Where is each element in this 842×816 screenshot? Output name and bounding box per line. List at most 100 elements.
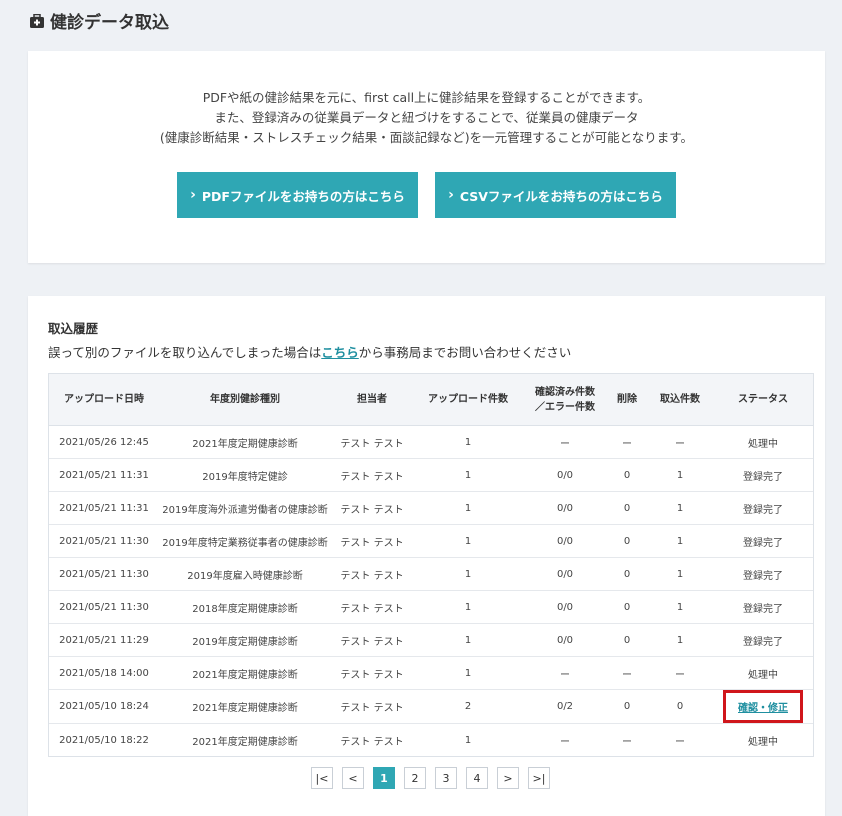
imported-count-cell: 1 [647,557,713,591]
table-row: 2021/05/26 12:45 2021年度定期健康診断 テスト テスト 1 ーーー処… [49,425,813,459]
table-row: 2021/05/10 18:22 2021年度定期健康診断 テスト テスト 1 ー ー ー 処… [49,724,813,757]
owner-cell: テスト テスト [331,491,413,525]
confirmed-error-cell: 0/0 [523,557,607,591]
exam-type-cell: 2019年度海外派遣労働者の健康診断 [159,491,331,525]
intro-card: PDFや紙の健診結果を元に、first call上に健診結果を登録することができ… [28,51,825,263]
deleted-cell: 0 [607,458,647,492]
exam-type-cell: 2018年度定期健康診断 [159,590,331,624]
table-row: 2021/05/21 11:29 2019年度定期健康診断 テスト テスト 1 0/0 0… [49,623,813,657]
page-title-text: 健診データ取込 [50,13,169,33]
history-note-text: から事務局までお問い合わせください [358,345,572,360]
deleted-cell: 0 [607,689,647,724]
chevron-right-icon: › [448,187,454,203]
status-cell: 処理中 [713,425,813,459]
confirmed-error-cell: ー [523,425,607,459]
upload-datetime-cell: 2021/05/21 11:30 [49,524,159,558]
exam-type-cell: 2019年度定期健康診断 [159,623,331,657]
exam-type-cell: 2021年度定期健康診断 [159,689,331,724]
owner-cell: テスト テスト [331,623,413,657]
deleted-cell: ー [607,656,647,690]
owner-cell: テスト テスト [331,656,413,690]
owner-cell: テスト テスト [331,458,413,492]
upload-count-cell: 1 [413,590,523,624]
page-button-current[interactable]: 1 [373,767,395,789]
exam-type-cell: 2021年度定期健康診断 [159,656,331,690]
confirmed-error-cell: ー [560,736,570,748]
medical-bag-icon [30,13,44,28]
table-header-row: アップロード日時 年度別健診種別 担当者 アップロード件数 確認済み件数 ／エラ… [49,374,813,426]
contact-link[interactable]: こちら [321,345,359,360]
history-table: アップロード日時 年度別健診種別 担当者 アップロード件数 確認済み件数 ／エラ… [48,373,814,757]
owner-cell: テスト テスト [331,425,413,459]
column-header: 担当者 [331,374,413,426]
history-heading: 取込履歴 [48,321,99,336]
first-page-button[interactable]: |< [311,767,333,789]
exam-type-cell: 2019年度雇入時健康診断 [159,557,331,591]
upload-count-cell: 1 [413,623,523,657]
confirmed-error-cell: 0/0 [523,524,607,558]
prev-page-button[interactable]: < [342,767,364,789]
imported-count-cell: ー [675,736,685,748]
imported-count-cell: ー [647,656,713,690]
csv-upload-button[interactable]: › CSVファイルをお持ちの方はこちら [435,172,676,218]
chevron-right-icon: › [190,187,196,203]
status-cell: 処理中 [713,656,813,690]
pdf-upload-button[interactable]: › PDFファイルをお持ちの方はこちら [177,172,418,218]
imported-count-cell: 1 [647,491,713,525]
imported-count-cell: 1 [647,524,713,558]
upload-count-cell: 1 [413,425,523,459]
owner-cell: テスト テスト [331,689,413,724]
column-header-line: ／エラー件数 [535,401,595,413]
status-cell: 登録完了 [713,491,813,525]
column-header: 確認済み件数 ／エラー件数 [523,374,607,426]
upload-datetime-cell: 2021/05/21 11:31 [49,491,159,525]
confirm-fix-link[interactable]: 確認・修正 [723,690,803,723]
confirmed-error-cell: 0/2 [523,689,607,724]
pagination: |< < 1 2 3 4 > >| [311,767,550,789]
upload-count-cell: 1 [413,656,523,690]
intro-line: また、登録済みの従業員データと紐づけをすることで、従業員の健康データ [214,110,639,125]
column-header-line: 確認済み件数 [535,386,595,398]
page-button[interactable]: 3 [435,767,457,789]
upload-count-cell: 2 [413,689,523,724]
status-cell: 処理中 [748,736,778,748]
deleted-cell: 0 [607,623,647,657]
status-cell: 登録完了 [713,524,813,558]
page-title: 健診データ取込 [30,8,169,33]
status-cell: 登録完了 [713,458,813,492]
owner-cell: テスト テスト [340,736,404,748]
import-history-card: 取込履歴 誤って別のファイルを取り込んでしまった場合はこちらから事務局までお問い… [28,296,825,816]
pdf-upload-button-label: PDFファイルをお持ちの方はこちら [201,188,405,204]
exam-type-cell: 2019年度特定業務従事者の健康診断 [159,524,331,558]
last-page-button[interactable]: >| [528,767,550,789]
owner-cell: テスト テスト [331,524,413,558]
imported-count-cell: ー [647,425,713,459]
status-cell: 登録完了 [713,557,813,591]
next-page-button[interactable]: > [497,767,519,789]
intro-line: PDFや紙の健診結果を元に、first call上に健診結果を登録することができ… [202,90,651,105]
page-button[interactable]: 2 [404,767,426,789]
table-row: 2021/05/10 18:24 2021年度定期健康診断 テスト テスト 2 0/2 0… [49,689,813,724]
confirmed-error-cell: 0/0 [523,590,607,624]
table-row: 2021/05/21 11:31 2019年度特定健診 テスト テスト 1 0/0 0 1 登… [49,458,813,492]
upload-count-cell: 1 [413,557,523,591]
table-row: 2021/05/18 14:00 2021年度定期健康診断 テスト テスト 1 ーーー処… [49,656,813,690]
confirmed-error-cell: ー [523,656,607,690]
column-header: アップロード日時 [49,374,159,426]
upload-datetime-cell: 2021/05/18 14:00 [49,656,159,690]
intro-line: (健康診断結果・ストレスチェック結果・面談記録など)を一元管理することが可能とな… [159,130,694,145]
page-button[interactable]: 4 [466,767,488,789]
imported-count-cell: 1 [647,590,713,624]
deleted-cell: 0 [607,524,647,558]
history-note-text: 誤って別のファイルを取り込んでしまった場合は [48,345,322,360]
table-row: 2021/05/21 11:30 2018年度定期健康診断 テスト テスト 1 0/0 0… [49,590,813,624]
upload-datetime-cell: 2021/05/10 18:22 [59,734,149,746]
column-header: 年度別健診種別 [159,374,331,426]
imported-count-cell: 1 [647,623,713,657]
table-row: 2021/05/21 11:30 2019年度特定業務従事者の健康診断 テスト テス… [49,524,813,558]
exam-type-cell: 2021年度定期健康診断 [192,736,298,748]
upload-datetime-cell: 2021/05/21 11:31 [49,458,159,492]
status-cell: 登録完了 [713,623,813,657]
exam-type-cell: 2019年度特定健診 [159,458,331,492]
column-header: アップロード件数 [413,374,523,426]
